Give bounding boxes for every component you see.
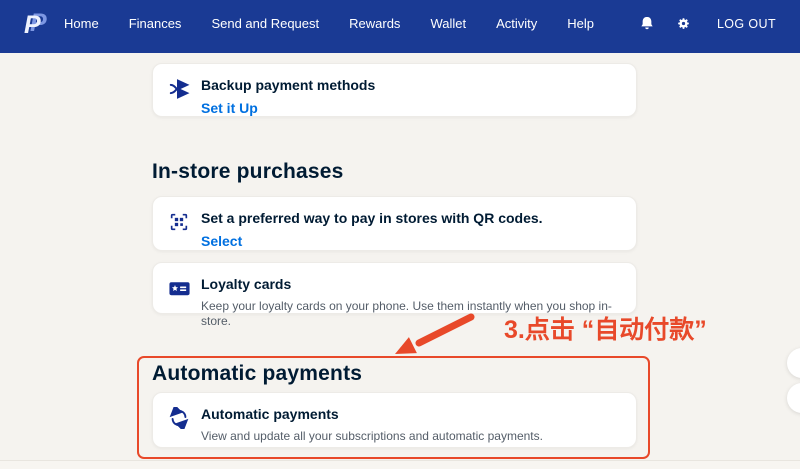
refresh-icon <box>167 406 191 430</box>
nav-item-activity[interactable]: Activity <box>496 16 537 31</box>
automatic-payments-heading: Automatic payments <box>152 362 362 386</box>
set-it-up-link[interactable]: Set it Up <box>201 100 258 116</box>
footer-edge <box>0 460 800 469</box>
card-title: Loyalty cards <box>201 275 620 294</box>
select-link[interactable]: Select <box>201 233 242 249</box>
instore-purchases-heading: In-store purchases <box>152 160 344 184</box>
nav-item-finances[interactable]: Finances <box>129 16 182 31</box>
log-out-button[interactable]: LOG OUT <box>717 17 776 31</box>
nav-item-home[interactable]: Home <box>64 16 99 31</box>
card-backup-payment-methods[interactable]: Backup payment methods Set it Up <box>152 63 637 117</box>
top-navbar: P P Home Finances Send and Request Rewar… <box>0 0 800 53</box>
gear-icon[interactable] <box>674 14 694 34</box>
card-title: Automatic payments <box>201 405 543 424</box>
nav-item-send-and-request[interactable]: Send and Request <box>211 16 319 31</box>
nav-item-help[interactable]: Help <box>567 16 594 31</box>
qr-scan-icon <box>167 210 191 234</box>
card-title: Backup payment methods <box>201 76 375 95</box>
card-qr-codes[interactable]: Set a preferred way to pay in stores wit… <box>152 196 637 251</box>
bell-icon[interactable] <box>637 14 657 34</box>
nav-item-rewards[interactable]: Rewards <box>349 16 400 31</box>
navbar-right: LOG OUT <box>637 14 776 34</box>
loyalty-card-icon <box>167 276 191 300</box>
card-description: View and update all your subscriptions a… <box>201 429 543 445</box>
card-loyalty-cards[interactable]: Loyalty cards Keep your loyalty cards on… <box>152 262 637 314</box>
card-automatic-payments[interactable]: Automatic payments View and update all y… <box>152 392 637 448</box>
shuffle-icon <box>167 77 191 101</box>
paypal-logo[interactable]: P P <box>22 8 56 40</box>
annotation-arrow-icon <box>375 310 475 362</box>
floating-button-bottom[interactable] <box>787 383 800 413</box>
main-nav: Home Finances Send and Request Rewards W… <box>64 16 594 31</box>
card-title: Set a preferred way to pay in stores wit… <box>201 209 543 228</box>
annotation-step-text: 3.点击 “自动付款” <box>504 310 707 346</box>
nav-item-wallet[interactable]: Wallet <box>430 16 466 31</box>
floating-button-top[interactable] <box>787 348 800 378</box>
